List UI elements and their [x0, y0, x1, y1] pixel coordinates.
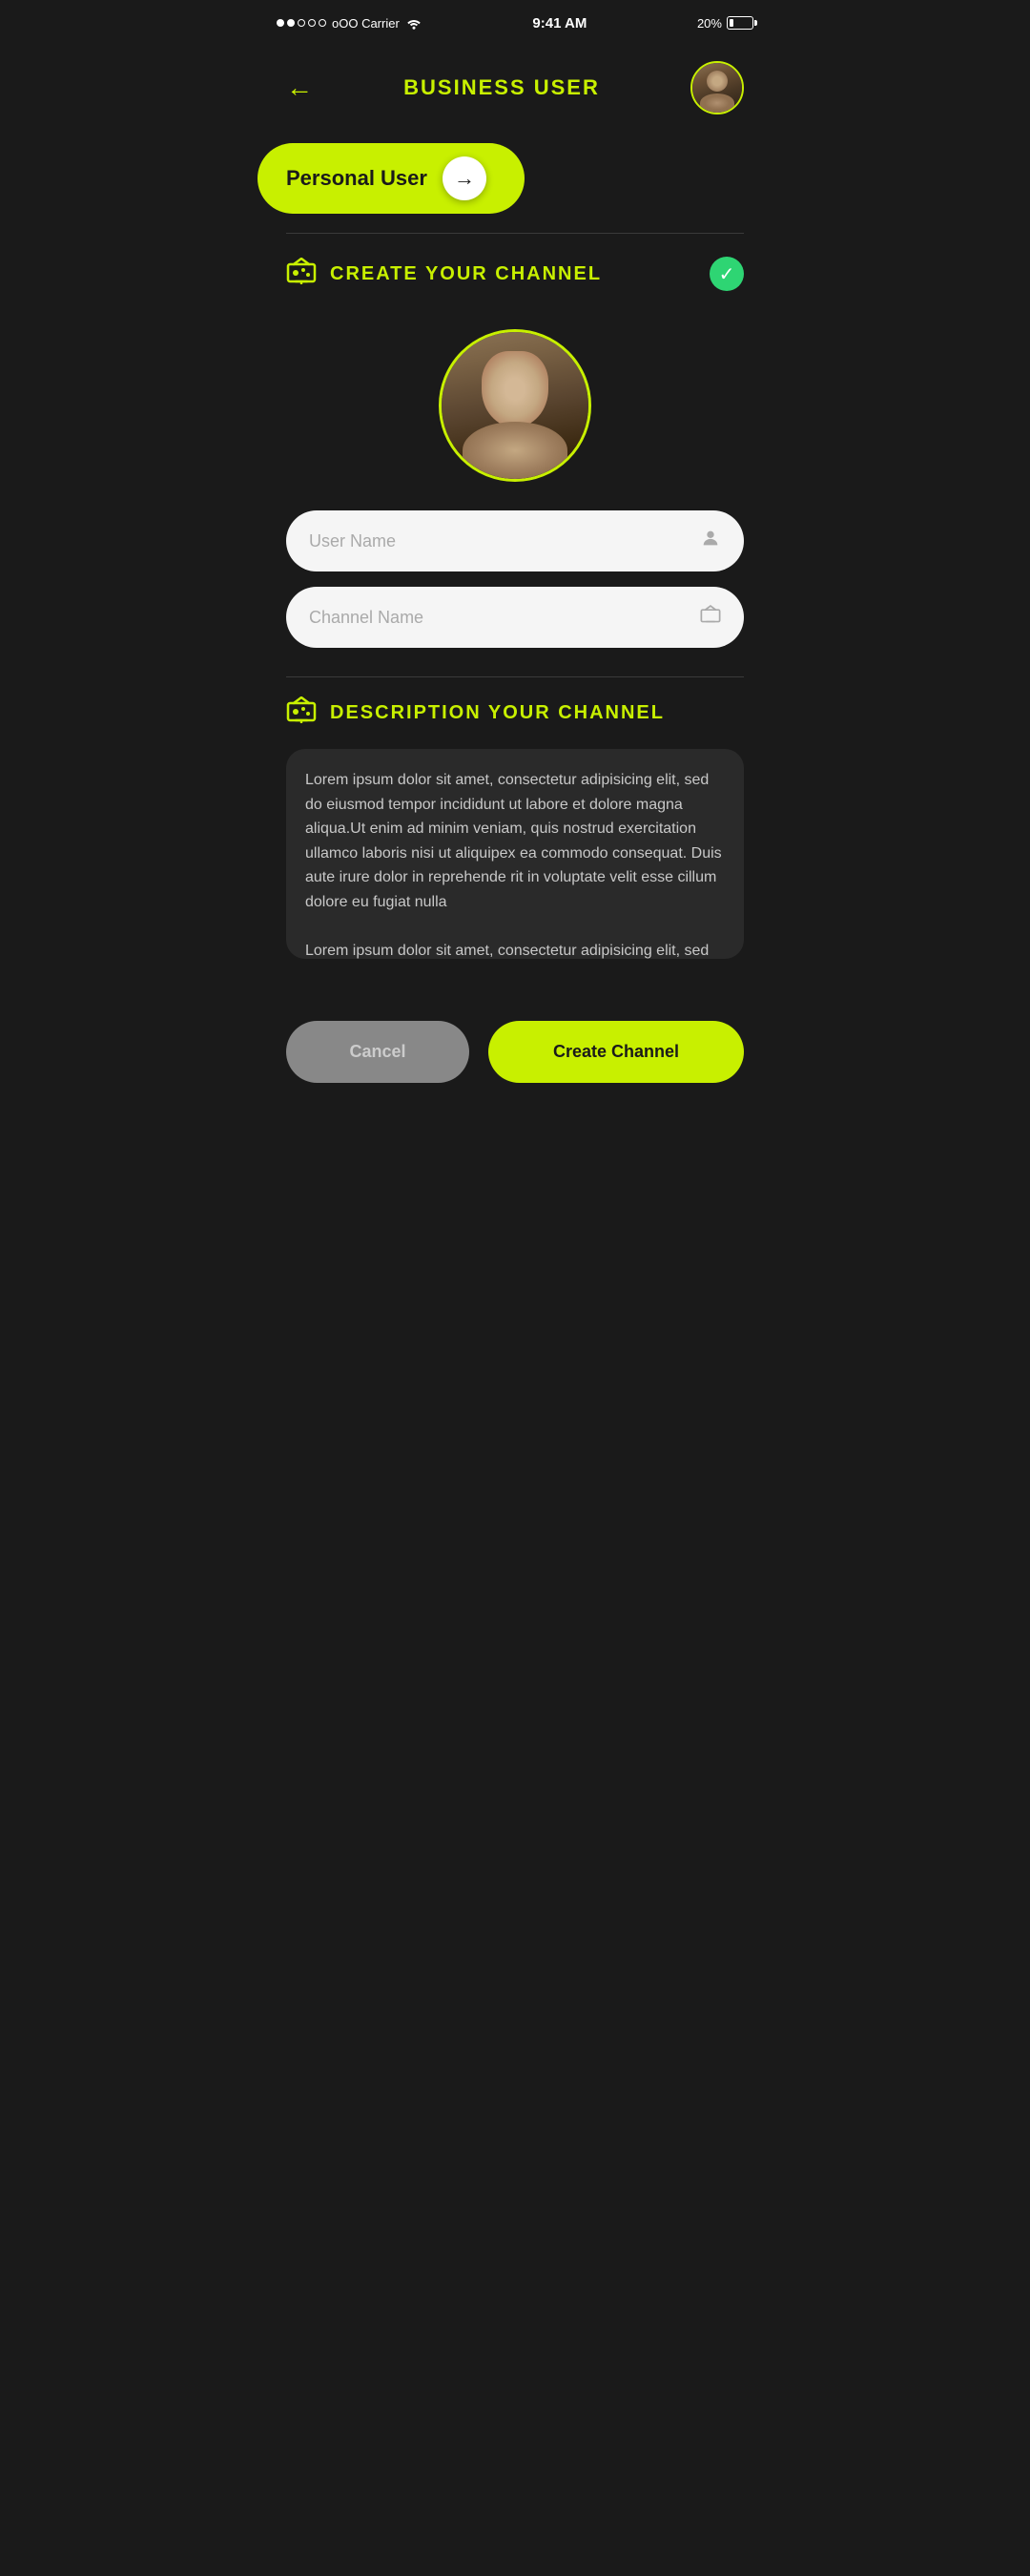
status-left: oOO Carrier — [277, 16, 422, 31]
toggle-arrow-icon: → — [454, 166, 475, 191]
toggle-pill[interactable]: Personal User → — [258, 143, 525, 214]
bottom-buttons: Cancel Create Channel — [258, 983, 772, 1121]
avatar[interactable] — [690, 61, 744, 114]
signal-dot-2 — [287, 19, 295, 27]
section-divider-2 — [286, 676, 744, 677]
signal-dot-4 — [308, 19, 316, 27]
profile-pic-section[interactable] — [258, 310, 772, 510]
inputs-section — [258, 510, 772, 648]
status-right: 20% — [697, 16, 753, 31]
profile-picture[interactable] — [439, 329, 591, 482]
signal-dot-1 — [277, 19, 284, 27]
battery-icon — [727, 16, 753, 30]
profile-face — [442, 332, 588, 479]
description-textarea[interactable]: Lorem ipsum dolor sit amet, consectetur … — [286, 749, 744, 959]
channel-name-input[interactable] — [309, 608, 700, 628]
carrier-label: oOO Carrier — [332, 16, 400, 31]
username-field-container[interactable] — [286, 510, 744, 571]
check-circle: ✓ — [710, 257, 744, 291]
avatar-face — [692, 63, 742, 113]
signal-dots — [277, 19, 326, 27]
battery-percent: 20% — [697, 16, 722, 31]
toggle-label: Personal User — [286, 166, 427, 191]
description-title: DESCRIPTION YOUR CHANNEL — [330, 702, 744, 724]
battery-container — [727, 16, 753, 30]
header: ← BUSINESS USER — [258, 42, 772, 134]
cancel-button[interactable]: Cancel — [286, 1021, 469, 1083]
battery-fill — [730, 19, 733, 27]
signal-dot-3 — [298, 19, 305, 27]
section-divider-1 — [286, 233, 744, 234]
back-button[interactable]: ← — [286, 73, 313, 103]
toggle-section: Personal User → — [258, 134, 772, 233]
signal-dot-5 — [319, 19, 326, 27]
description-header: DESCRIPTION YOUR CHANNEL — [286, 696, 744, 730]
phone-container: oOO Carrier 9:41 AM 20% ← BUSINESS USER — [258, 0, 772, 1288]
page-title: BUSINESS USER — [403, 75, 600, 100]
toggle-arrow-button[interactable]: → — [443, 156, 486, 200]
wifi-icon — [405, 16, 422, 30]
create-channel-button[interactable]: Create Channel — [488, 1021, 744, 1083]
description-section: DESCRIPTION YOUR CHANNEL Lorem ipsum dol… — [258, 696, 772, 964]
tv-icon-3 — [286, 696, 317, 730]
status-time: 9:41 AM — [532, 15, 587, 31]
user-icon — [700, 528, 721, 554]
channelname-field-container[interactable] — [286, 587, 744, 648]
tv-icon-1 — [286, 258, 317, 291]
check-icon: ✓ — [719, 262, 735, 286]
create-channel-title: CREATE YOUR CHANNEL — [330, 263, 696, 285]
tv-icon-2 — [700, 604, 721, 631]
back-arrow-icon: ← — [286, 73, 313, 103]
create-channel-header: CREATE YOUR CHANNEL ✓ — [258, 257, 772, 291]
status-bar: oOO Carrier 9:41 AM 20% — [258, 0, 772, 42]
username-input[interactable] — [309, 531, 700, 551]
